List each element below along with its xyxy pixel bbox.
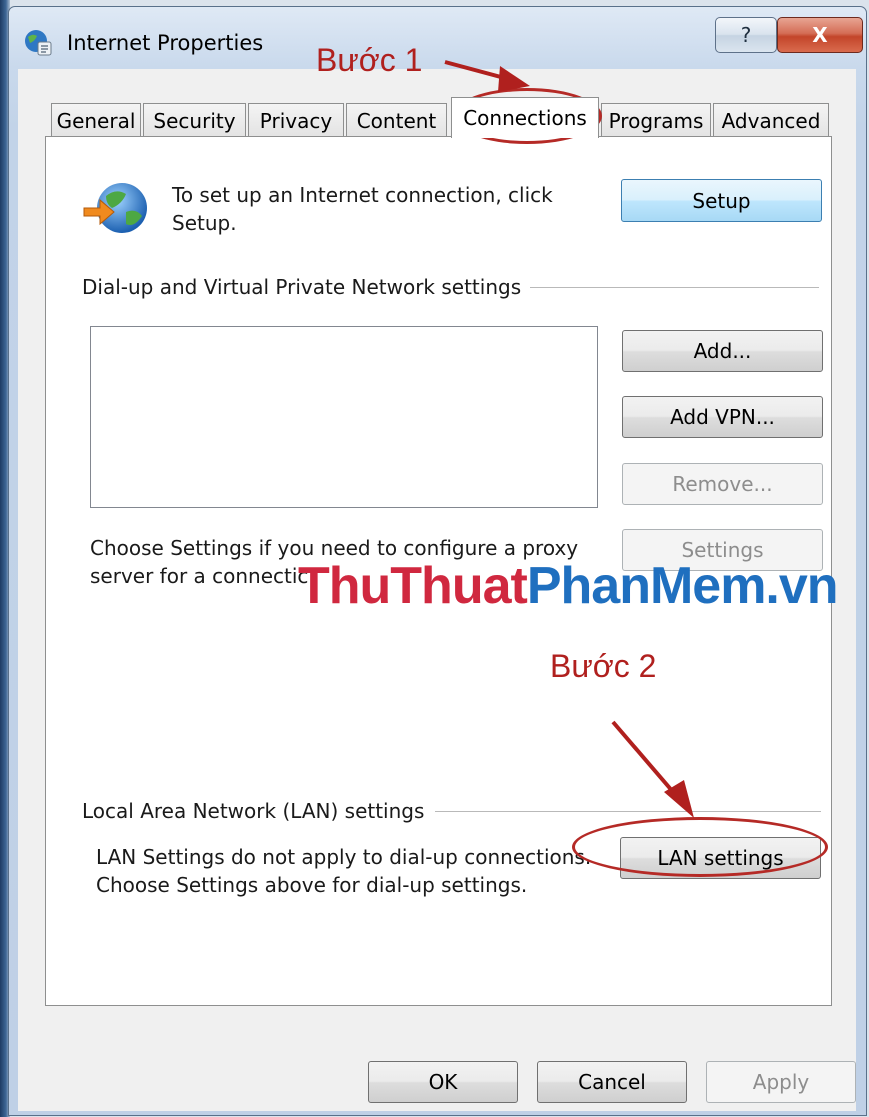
add-vpn-button[interactable]: Add VPN...	[622, 396, 823, 438]
lan-group-divider	[435, 811, 821, 812]
connections-listbox[interactable]	[90, 326, 598, 508]
internet-properties-icon	[25, 30, 52, 56]
setup-button[interactable]: Setup	[621, 179, 822, 222]
window-title: Internet Properties	[67, 31, 264, 55]
help-button[interactable]: ?	[715, 17, 777, 53]
globe-arrow-icon	[83, 183, 147, 233]
title-bar: Internet Properties ? X	[9, 7, 866, 77]
tab-security[interactable]: Security	[143, 103, 246, 137]
tab-general[interactable]: General	[51, 103, 141, 137]
watermark-part2: PhanMem.vn	[526, 557, 839, 615]
tab-privacy[interactable]: Privacy	[248, 103, 344, 137]
cancel-button[interactable]: Cancel	[537, 1061, 687, 1103]
remove-button[interactable]: Remove...	[622, 463, 823, 505]
step1-annotation: Bước 1	[316, 42, 423, 78]
lan-settings-highlight	[572, 817, 828, 877]
dialup-group-divider	[530, 287, 819, 288]
close-button[interactable]: X	[777, 17, 863, 53]
apply-button[interactable]: Apply	[706, 1061, 856, 1103]
tab-programs[interactable]: Programs	[601, 103, 711, 137]
tab-connections[interactable]: Connections	[451, 97, 599, 138]
tab-content[interactable]: Content	[346, 103, 447, 137]
watermark: ThuThuatPhanMem.vn	[298, 556, 839, 616]
lan-description: LAN Settings do not apply to dial-up con…	[96, 845, 592, 897]
tab-advanced[interactable]: Advanced	[713, 103, 829, 137]
add-button[interactable]: Add...	[622, 330, 823, 372]
dialup-group-title: Dial-up and Virtual Private Network sett…	[82, 275, 522, 299]
lan-group-title: Local Area Network (LAN) settings	[82, 799, 425, 823]
watermark-part1: ThuThuat	[298, 557, 528, 615]
step2-annotation: Bước 2	[550, 648, 657, 684]
ok-button[interactable]: OK	[368, 1061, 518, 1103]
setup-description: To set up an Internet connection, click …	[172, 183, 553, 235]
